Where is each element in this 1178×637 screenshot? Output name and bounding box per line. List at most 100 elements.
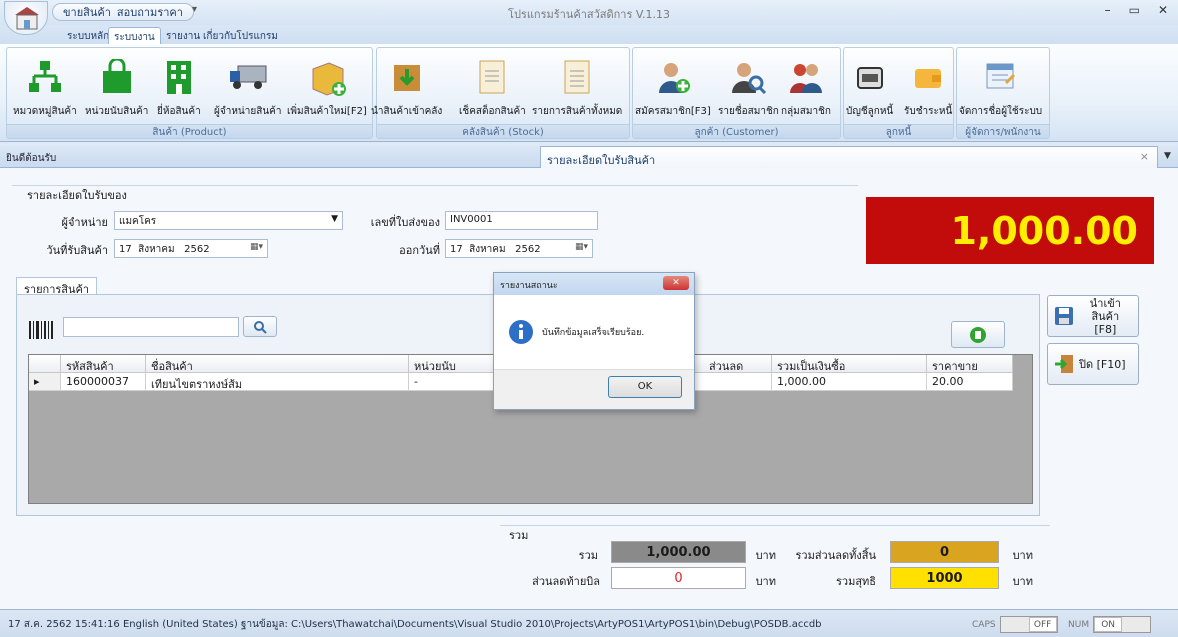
dialog-message: บันทึกข้อมูลเสร็จเรียบร้อย. <box>542 328 645 338</box>
issue-date-label: ออกวันที่ <box>399 244 440 257</box>
row-selector-icon[interactable]: ▸ <box>29 373 61 391</box>
supplier-button[interactable]: ผู้จำหน่ายสินค้า <box>214 52 281 119</box>
supplier-value: แมคโคร <box>119 216 157 227</box>
chevron-down-icon: ▼ <box>331 214 338 224</box>
group-label-stock: คลังสินค้า (Stock) <box>377 124 629 138</box>
minimize-button[interactable]: – <box>1105 3 1111 17</box>
cell-product-name[interactable]: เทียนไขตราหงษ์ส้ม <box>146 373 409 391</box>
brand-button[interactable]: ยี่ห้อสินค้า <box>157 52 201 119</box>
caps-indicator: CAPS OFF <box>972 616 1058 633</box>
debtor-account-button[interactable]: บัญชีลูกหนี้ <box>846 52 893 119</box>
member-group-button[interactable]: กลุ่มสมาชิก <box>781 52 831 119</box>
col-product-code[interactable]: รหัสสินค้า <box>61 355 146 373</box>
tab-work-system[interactable]: ระบบงาน <box>108 27 161 44</box>
info-icon <box>509 320 533 344</box>
dialog-title: รายงานสถานะ <box>500 281 558 291</box>
box-in-icon <box>393 65 420 91</box>
unit-baht-1: บาท <box>755 549 776 562</box>
caps-label: CAPS <box>972 619 996 630</box>
recv-month: สิงหาคม <box>138 244 175 255</box>
barcode-search-input[interactable] <box>63 317 239 337</box>
group-manager: จัดการชื่อผู้ใช้ระบบ ผู้จัดการ/พนักงาน <box>956 47 1050 139</box>
maximize-button[interactable]: ▭ <box>1129 3 1140 17</box>
register-member-button[interactable]: สมัครสมาชิก[F3] <box>635 52 711 119</box>
col-product-name[interactable]: ชื่อสินค้า <box>146 355 409 373</box>
recv-date-label: วันที่รับสินค้า <box>46 244 108 257</box>
all-products-button[interactable]: รายการสินค้าทั้งหมด <box>532 52 622 119</box>
unit-button[interactable]: หน่วยนับสินค้า <box>85 52 148 119</box>
close-window-button[interactable]: ✕ <box>1158 3 1168 17</box>
quick-access-toolbar: ขายสินค้า สอบถามราคา <box>52 3 194 21</box>
col-sell-price[interactable]: ราคาขาย <box>927 355 1013 373</box>
receive-payment-button[interactable]: รับชำระหนี้ <box>904 52 952 119</box>
sum-discount-all-value: 0 <box>890 541 999 563</box>
close-label: ปิด [F10] <box>1079 358 1126 371</box>
close-tab-icon[interactable]: × <box>1140 150 1149 163</box>
tab-about[interactable]: เกี่ยวกับโปรแกรม <box>198 27 283 44</box>
user-management-button[interactable]: จัดการชื่อผู้ใช้ระบบ <box>959 52 1042 119</box>
unit-baht-3: บาท <box>755 575 776 588</box>
ribbon: หมวดหมู่สินค้า หน่วยนับสินค้า ยี่ห้อสินค… <box>0 44 1178 142</box>
qat-customize-icon[interactable]: ▾ <box>192 4 197 15</box>
truck-icon <box>229 65 267 89</box>
status-dialog: รายงานสถานะ ✕ บันทึกข้อมูลเสร็จเรียบร้อย.… <box>493 272 695 410</box>
save-disk-icon <box>1055 307 1073 325</box>
tab-main-system[interactable]: ระบบหลัก <box>62 27 114 44</box>
tab-list-dropdown-icon[interactable]: ▼ <box>1164 151 1171 161</box>
num-label: NUM <box>1068 619 1090 630</box>
stock-check-button[interactable]: เช็คสต็อกสินค้า <box>459 52 526 119</box>
group-label-debtor: ลูกหนี้ <box>844 124 953 138</box>
calendar-icon[interactable]: ▦▾ <box>250 242 263 252</box>
search-button[interactable] <box>243 316 277 337</box>
row-header-corner <box>29 355 61 373</box>
group-debtor: บัญชีลูกหนี้ รับชำระหนี้ ลูกหนี้ <box>843 47 954 139</box>
tab-welcome[interactable]: ยินดีต้อนรับ <box>6 151 56 166</box>
member-list-button[interactable]: รายชื่อสมาชิก <box>718 52 779 119</box>
dialog-close-button[interactable]: ✕ <box>663 276 689 290</box>
import-product-button[interactable]: นำเข้าสินค้า [F8] <box>1047 295 1139 337</box>
cell-sell-price[interactable]: 20.00 <box>927 373 1013 391</box>
issue-month: สิงหาคม <box>469 244 506 255</box>
bill-discount-label: ส่วนลดท้ายบิล <box>532 575 600 588</box>
group-customer: สมัครสมาชิก[F3] รายชื่อสมาชิก กลุ่มสมาชิ… <box>632 47 841 139</box>
close-form-button[interactable]: ปิด [F10] <box>1047 343 1139 385</box>
num-indicator: NUM ON <box>1068 616 1152 633</box>
col-total-purchase[interactable]: รวมเป็นเงินซื้อ <box>772 355 927 373</box>
bill-discount-input[interactable]: 0 <box>611 567 746 589</box>
dialog-titlebar: รายงานสถานะ ✕ <box>494 273 694 295</box>
exit-door-icon <box>1055 355 1073 373</box>
invoice-input[interactable]: INV0001 <box>445 211 598 230</box>
list-document-icon <box>564 60 590 94</box>
calendar-icon[interactable]: ▦▾ <box>575 242 588 252</box>
sum-total-label: รวม <box>578 549 598 562</box>
user-search-icon <box>732 63 767 95</box>
tab-receipt-detail[interactable]: รายละเอียดใบรับสินค้า × <box>540 146 1158 168</box>
import-label: นำเข้าสินค้า <box>1089 296 1121 323</box>
group-label-customer: ลูกค้า (Customer) <box>633 124 840 138</box>
num-state: ON <box>1094 617 1123 632</box>
document-tabs: ยินดีต้อนรับ รายละเอียดใบรับสินค้า × ▼ <box>0 146 1178 168</box>
group-label-product: สินค้า (Product) <box>7 124 372 138</box>
supplier-dropdown[interactable]: แมคโคร ▼ <box>114 211 343 230</box>
barcode-icon <box>29 321 53 339</box>
ok-button[interactable]: OK <box>608 376 682 398</box>
cell-product-code[interactable]: 160000037 <box>61 373 146 391</box>
category-button[interactable]: หมวดหมู่สินค้า <box>13 52 77 119</box>
stock-in-button[interactable]: นำสินค้าเข้าคลัง <box>371 52 442 119</box>
status-bar: 17 ส.ค. 2562 15:41:16 English (United St… <box>0 609 1178 637</box>
net-total-value: 1000 <box>890 567 999 589</box>
tab-items[interactable]: รายการสินค้า <box>16 277 98 296</box>
qat-sell[interactable]: ขายสินค้า <box>63 3 111 21</box>
user-card-icon <box>986 63 1015 89</box>
summary-legend: รวม <box>509 529 529 542</box>
delete-item-button[interactable] <box>951 321 1005 348</box>
tab-receipt-label: รายละเอียดใบรับสินค้า <box>547 154 656 167</box>
cell-total-purchase[interactable]: 1,000.00 <box>772 373 927 391</box>
issue-date-picker[interactable]: 17 สิงหาคม 2562 ▦▾ <box>445 239 593 258</box>
new-product-button[interactable]: เพิ่มสินค้าใหม่[F2] <box>287 52 367 119</box>
recv-date-picker[interactable]: 17 สิงหาคม 2562 ▦▾ <box>114 239 268 258</box>
store-icon <box>15 7 39 30</box>
sum-total-value: 1,000.00 <box>611 541 746 563</box>
qat-price[interactable]: สอบถามราคา <box>117 3 183 21</box>
total-display: 1,000.00 <box>866 197 1154 264</box>
